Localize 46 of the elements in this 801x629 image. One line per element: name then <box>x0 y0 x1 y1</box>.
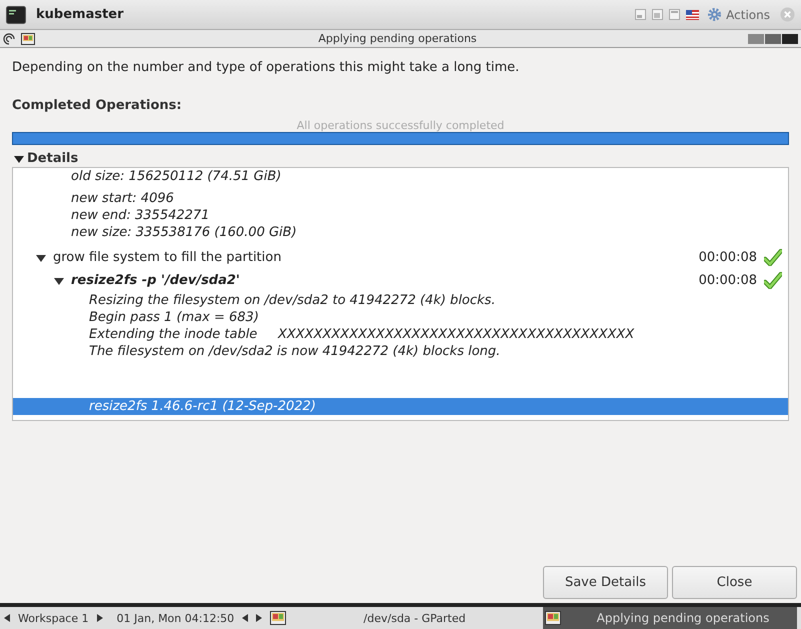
dialog-button[interactable]: Save Details <box>543 566 668 599</box>
actions-button[interactable]: Actions <box>705 7 772 22</box>
elapsed-time: 00:00:08 <box>698 273 757 288</box>
expand-arrow-icon[interactable] <box>36 252 46 262</box>
output-line: Extending the inode table XXXXXXXXXXXXXXXXXXXXXXXXXXXXXXXXXXXXXXXX <box>89 326 636 343</box>
progress-status: All operations successfully completed <box>296 119 506 132</box>
window-title: /dev/sda - GParted <box>362 612 467 624</box>
flag-icon[interactable] <box>686 10 700 20</box>
command-text: resize2fs -p '/dev/sda2' <box>71 273 241 288</box>
output-line: new size: 335538176 (160.00 GiB) <box>71 224 298 241</box>
task-title: Applying pending operations <box>596 611 770 625</box>
output-line: old size: 156250112 (74.51 GiB) <box>71 168 282 185</box>
output-line: The filesystem on /dev/sda2 is now 41942272 (4k) blocks long. <box>89 343 502 360</box>
output-line: Resizing the filesystem on /dev/sda2 to 41942272 (4k) blocks. <box>89 292 496 309</box>
clock: 01 Jan, Mon 04:12:50 <box>116 612 234 624</box>
disk-app-icon <box>21 32 35 44</box>
output-line: Begin pass 1 (max = 683) <box>89 309 260 326</box>
step-text: grow file system to fill the partition <box>53 250 282 265</box>
output-line: new end: 335542271 <box>71 207 210 224</box>
disk-app-icon[interactable] <box>545 611 561 625</box>
output-block[interactable]: new start: 4096 new end: 335542271 new size: 335538176 (160.00 GiB) <box>54 190 788 241</box>
dialog-title: Applying pending operations <box>317 32 478 45</box>
output-line: new start: 4096 <box>71 190 175 207</box>
output-line: resize2fs 1.46.6-rc1 (12-Sep-2022) <box>89 398 317 415</box>
left-arrow-icon[interactable] <box>242 614 248 622</box>
details-expander[interactable]: Details <box>14 151 78 166</box>
taskbar-task[interactable]: Applying pending operations <box>543 607 797 629</box>
elapsed-time: 00:00:08 <box>698 250 757 265</box>
settings-icon <box>707 7 722 22</box>
expander-label: Details <box>27 151 78 166</box>
dialog-button[interactable]: Close <box>672 566 797 599</box>
intro-text: Depending on the number and type of operations this might take a long time. <box>12 60 520 75</box>
expand-arrow-icon[interactable] <box>54 276 64 286</box>
section-heading: Completed Operations: <box>12 98 183 113</box>
window-button-icon[interactable] <box>782 34 798 44</box>
right-arrow-icon[interactable] <box>96 614 103 622</box>
output-block[interactable]: old size: 156250112 (74.51 GiB) <box>54 168 788 185</box>
window-title: kubemaster <box>36 7 124 22</box>
triangle-icon <box>14 154 24 164</box>
terminal-icon <box>6 6 26 24</box>
right-arrow-icon[interactable] <box>256 614 262 622</box>
swirl-icon <box>3 32 15 44</box>
disk-app-icon[interactable] <box>270 611 286 625</box>
left-arrow-icon[interactable] <box>4 614 10 622</box>
workspace-label[interactable]: Workspace 1 <box>18 612 89 624</box>
output-block[interactable]: resize2fs 1.46.6-rc1 (12-Sep-2022) <box>13 398 788 415</box>
